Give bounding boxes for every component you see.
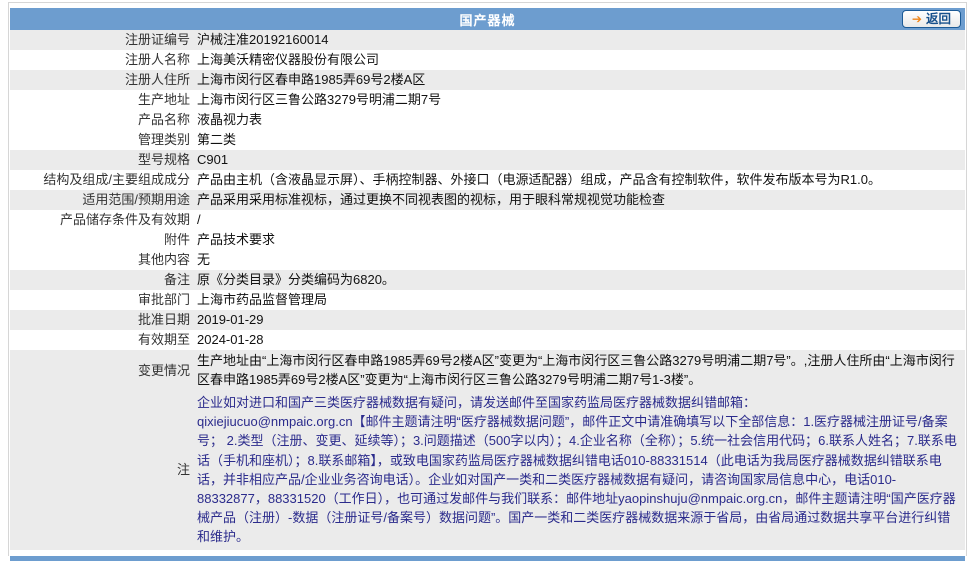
field-label: 生产地址: [10, 90, 197, 110]
table-row: 管理类别 第二类: [10, 130, 965, 150]
page-title: 国产器械: [10, 10, 965, 29]
table-row: 型号规格 C901: [10, 150, 965, 170]
arrow-right-icon: ➔: [912, 13, 922, 25]
field-value: 2024-01-28: [197, 330, 965, 350]
field-label: 备注: [10, 270, 197, 290]
content-panel: 国产器械 ➔ 返回 注册证编号 沪械注准20192160014 注册人名称 上海…: [8, 2, 967, 556]
field-value: 上海美沃精密仪器股份有限公司: [197, 50, 965, 70]
field-value: C901: [197, 150, 965, 170]
field-value: 第二类: [197, 130, 965, 150]
field-label: 变更情况: [10, 361, 197, 380]
field-label: 审批部门: [10, 290, 197, 310]
field-value: 液晶视力表: [197, 110, 965, 130]
table-row: 有效期至 2024-01-28: [10, 330, 965, 350]
field-value: 上海市闵行区春申路1985弄69号2楼A区: [197, 70, 965, 90]
field-label: 产品名称: [10, 110, 197, 130]
table-row: 备注 原《分类目录》分类编码为6820。: [10, 270, 965, 290]
field-label: 型号规格: [10, 150, 197, 170]
field-label: 注册人名称: [10, 50, 197, 70]
table-row: 生产地址 上海市闵行区三鲁公路3279号明浦二期7号: [10, 90, 965, 110]
field-label: 附件: [10, 230, 197, 250]
field-label: 注: [10, 460, 197, 479]
field-label: 有效期至: [10, 330, 197, 350]
field-value: 2019-01-29: [197, 310, 965, 330]
table-row: 注册人名称 上海美沃精密仪器股份有限公司: [10, 50, 965, 70]
back-button-label: 返回: [926, 13, 951, 26]
table-row: 结构及组成/主要组成成分 产品由主机（含液晶显示屏）、手柄控制器、外接口（电源适…: [10, 170, 965, 190]
field-label: 批准日期: [10, 310, 197, 330]
field-value: 产品采用采用标准视标，通过更换不同视表图的视标，用于眼科常规视觉功能检查: [197, 190, 965, 210]
section-header: 国产器械 ➔ 返回: [10, 8, 965, 30]
field-label: 适用范围/预期用途: [10, 190, 197, 210]
table-row: 产品名称 液晶视力表: [10, 110, 965, 130]
field-label: 其他内容: [10, 250, 197, 270]
field-value: /: [197, 210, 965, 230]
field-value: 产品技术要求: [197, 230, 965, 250]
field-label: 注册证编号: [10, 30, 197, 50]
table-row: 注册证编号 沪械注准20192160014: [10, 30, 965, 50]
field-label: 注册人住所: [10, 70, 197, 90]
field-label: 管理类别: [10, 130, 197, 150]
table-row: 变更情况 生产地址由“上海市闵行区春申路1985弄69号2楼A区”变更为“上海市…: [10, 350, 965, 390]
table-row: 其他内容 无: [10, 250, 965, 270]
field-value: 产品由主机（含液晶显示屏）、手柄控制器、外接口（电源适配器）组成，产品含有控制软…: [197, 170, 965, 190]
field-value: 原《分类目录》分类编码为6820。: [197, 270, 965, 290]
field-value: 生产地址由“上海市闵行区春申路1985弄69号2楼A区”变更为“上海市闵行区三鲁…: [197, 351, 965, 389]
table-row: 附件 产品技术要求: [10, 230, 965, 250]
table-row: 适用范围/预期用途 产品采用采用标准视标，通过更换不同视表图的视标，用于眼科常规…: [10, 190, 965, 210]
table-row: 批准日期 2019-01-29: [10, 310, 965, 330]
field-label: 结构及组成/主要组成成分: [10, 170, 197, 190]
field-value: 无: [197, 250, 965, 270]
table-row: 注 企业如对进口和国产三类医疗器械数据有疑问，请发送邮件至国家药监局医疗器械数据…: [10, 390, 965, 550]
table-row: 产品储存条件及有效期 /: [10, 210, 965, 230]
table-row: 审批部门 上海市药品监督管理局: [10, 290, 965, 310]
field-value: 沪械注准20192160014: [197, 30, 965, 50]
info-table: 注册证编号 沪械注准20192160014 注册人名称 上海美沃精密仪器股份有限…: [10, 30, 965, 550]
next-section-bar: [10, 556, 965, 561]
field-label: 产品储存条件及有效期: [10, 210, 197, 230]
field-value: 上海市闵行区三鲁公路3279号明浦二期7号: [197, 90, 965, 110]
back-button[interactable]: ➔ 返回: [902, 10, 961, 28]
field-value: 企业如对进口和国产三类医疗器械数据有疑问，请发送邮件至国家药监局医疗器械数据纠错…: [197, 393, 965, 547]
field-value: 上海市药品监督管理局: [197, 290, 965, 310]
table-row: 注册人住所 上海市闵行区春申路1985弄69号2楼A区: [10, 70, 965, 90]
